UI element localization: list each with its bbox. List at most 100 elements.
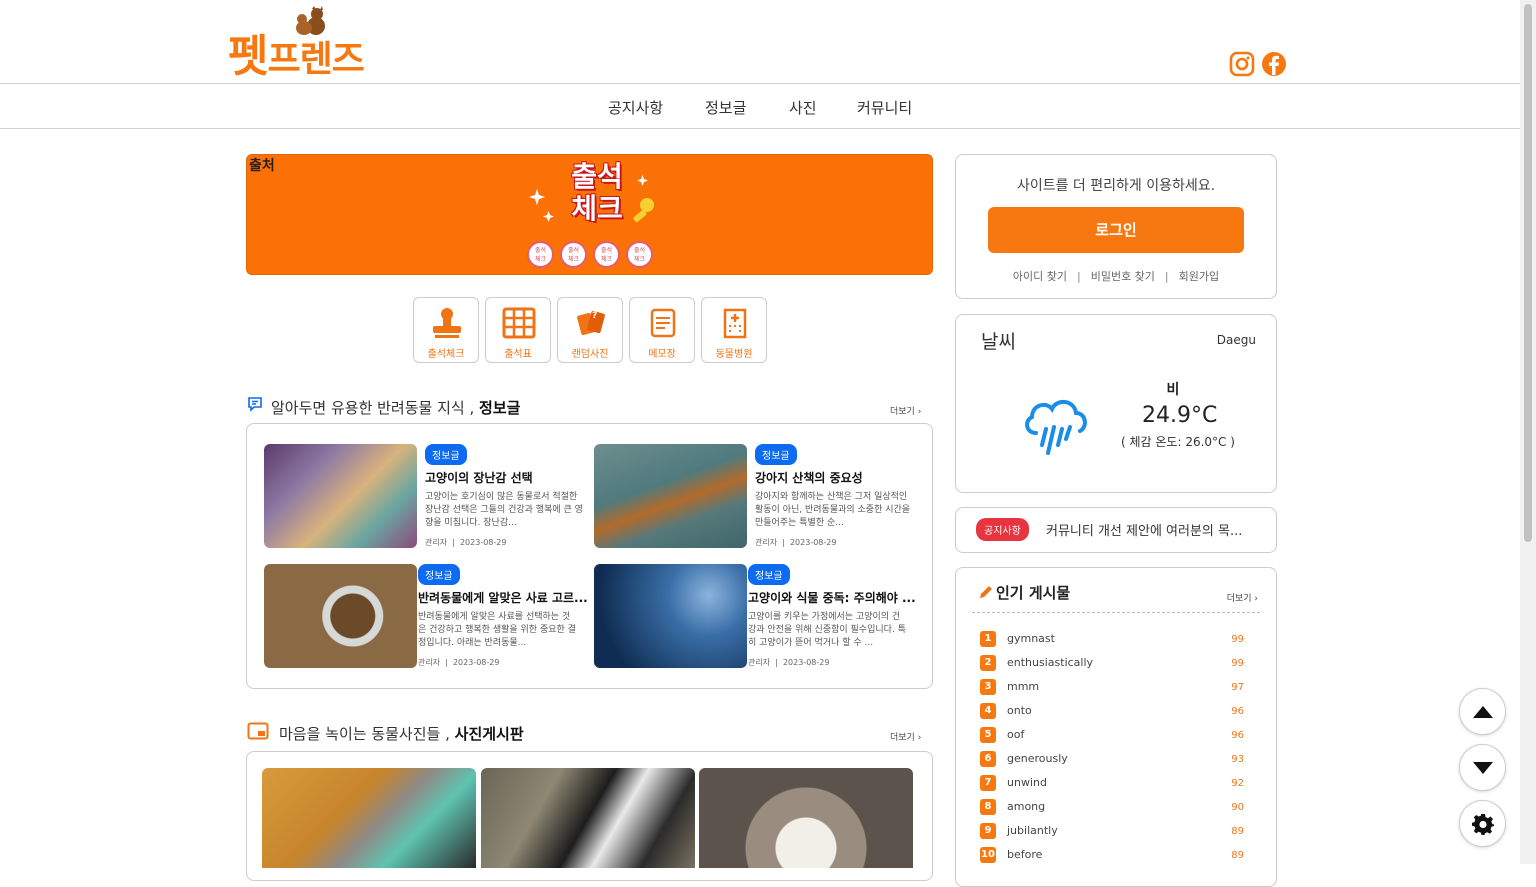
logo-main: 펫 xyxy=(228,31,268,82)
find-password-link[interactable]: 비밀번호 찾기 xyxy=(1091,270,1155,283)
photo-thumbnail[interactable] xyxy=(699,768,913,868)
info-post[interactable]: 정보글 고양이의 장난감 선택 고양이는 호기심이 많은 동물로서 적절한 장난… xyxy=(264,444,589,550)
popular-name[interactable]: among xyxy=(1007,800,1045,813)
scroll-top-button[interactable] xyxy=(1459,688,1506,735)
popular-name[interactable]: jubilantly xyxy=(1007,824,1058,837)
info-post[interactable]: 정보글 반려동물에게 알맞은 사료 고르... 반려동물에게 알맞은 사료를 선… xyxy=(264,564,589,670)
nav-community[interactable]: 커뮤니티 xyxy=(857,97,912,118)
post-date: 2023-08-29 xyxy=(452,658,500,667)
info-post[interactable]: 정보글 고양이와 식물 중독: 주의해야 ... 고양이를 키우는 가정에서는 … xyxy=(594,564,919,670)
photo-thumbnail[interactable] xyxy=(262,768,476,868)
popular-count: 96 xyxy=(1231,706,1244,717)
popular-rank: 1 xyxy=(980,631,996,647)
post-thumbnail xyxy=(264,444,417,548)
popular-item[interactable]: 2 enthusiastically 99 xyxy=(980,655,1258,671)
popular-more-link[interactable]: 더보기 › xyxy=(1227,591,1258,604)
calendar-grid-icon xyxy=(502,307,536,339)
post-meta: 관리자 | 2023-08-29 xyxy=(418,658,500,667)
quick-memo[interactable]: 메모장 xyxy=(629,297,695,363)
photo-more-link[interactable]: 더보기 › xyxy=(890,730,921,743)
stamp-3: 출석 체크 xyxy=(593,241,620,268)
nav-info[interactable]: 정보글 xyxy=(705,97,746,118)
post-desc: 고양이를 키우는 가정에서는 고양이의 건강과 안전을 위해 신중함이 필수입니… xyxy=(748,612,906,648)
post-author: 관리자 xyxy=(748,658,771,667)
popular-item[interactable]: 9 jubilantly 89 xyxy=(980,823,1258,839)
cards-icon: ? xyxy=(577,310,605,336)
site-logo[interactable]: 펫프렌즈 xyxy=(228,6,398,82)
photo-title-strong: 사진게시판 xyxy=(454,725,524,743)
stamp-2: 출석 체크 xyxy=(560,241,587,268)
info-section-title: 알아두면 유용한 반려동물 지식 , 정보글 xyxy=(271,397,520,418)
quick-label: 메모장 xyxy=(648,349,676,360)
arrow-down-icon xyxy=(1473,762,1493,774)
popular-rank: 9 xyxy=(980,823,996,839)
post-meta: 관리자 | 2023-08-29 xyxy=(748,658,830,667)
info-title-strong: 정보글 xyxy=(479,399,521,417)
scroll-thumb[interactable] xyxy=(1524,4,1532,542)
nav-photo[interactable]: 사진 xyxy=(789,97,817,118)
popular-name[interactable]: unwind xyxy=(1007,776,1047,789)
post-thumbnail xyxy=(594,564,747,668)
svg-text:?: ? xyxy=(592,311,597,321)
post-meta: 관리자 | 2023-08-29 xyxy=(755,538,837,547)
post-author: 관리자 xyxy=(418,658,441,667)
popular-item[interactable]: 4 onto 96 xyxy=(980,703,1258,719)
popular-count: 97 xyxy=(1231,682,1244,693)
signup-link[interactable]: 회원가입 xyxy=(1179,270,1219,283)
info-post[interactable]: 정보글 강아지 산책의 중요성 강아지와 함께하는 산책은 그저 일상적인 활동… xyxy=(594,444,919,550)
weather-feels-like: ( 체감 온도: 26.0°C ) xyxy=(1121,435,1235,449)
settings-button[interactable] xyxy=(1459,800,1506,847)
page-scrollbar[interactable] xyxy=(1520,0,1536,864)
quick-random-photo[interactable]: ? 랜덤사진 xyxy=(557,297,623,363)
login-button[interactable]: 로그인 xyxy=(988,207,1244,253)
popular-item[interactable]: 5 oof 96 xyxy=(980,727,1258,743)
info-more-link[interactable]: 더보기 › xyxy=(890,404,921,417)
popular-item[interactable]: 3 mmm 97 xyxy=(980,679,1258,695)
stamp-icon xyxy=(433,308,461,338)
popular-name[interactable]: mmm xyxy=(1007,680,1039,693)
login-message: 사이트를 더 편리하게 이용하세요. xyxy=(1016,178,1216,194)
popular-name[interactable]: onto xyxy=(1007,704,1032,717)
popular-item[interactable]: 7 unwind 92 xyxy=(980,775,1258,791)
stamp-4: 출석 체크 xyxy=(626,241,653,268)
popular-rank: 6 xyxy=(980,751,996,767)
popular-rank: 10 xyxy=(980,847,996,863)
quick-hospital[interactable]: 동물병원 xyxy=(701,297,767,363)
rain-cloud-icon xyxy=(1025,400,1087,455)
popular-item[interactable]: 8 among 90 xyxy=(980,799,1258,815)
notice-box[interactable]: 공지사항 커뮤니티 개선 제안에 여러분의 목... xyxy=(955,507,1277,553)
post-desc: 강아지와 함께하는 산책은 그저 일상적인 활동이 아닌, 반려동물과의 소중한… xyxy=(755,492,911,528)
scroll-bottom-button[interactable] xyxy=(1459,744,1506,791)
photo-thumbnail[interactable] xyxy=(481,768,695,868)
popular-item[interactable]: 6 generously 93 xyxy=(980,751,1258,767)
popular-name[interactable]: gymnast xyxy=(1007,632,1055,645)
weather-temperature: 24.9°C xyxy=(1142,403,1218,428)
quick-attendance-table[interactable]: 출석표 xyxy=(485,297,551,363)
find-id-link[interactable]: 아이디 찾기 xyxy=(1013,270,1067,283)
popular-count: 89 xyxy=(1231,826,1244,837)
popular-name[interactable]: oof xyxy=(1007,728,1024,741)
chat-icon xyxy=(248,397,262,412)
post-desc: 고양이는 호기심이 많은 동물로서 적절한 장난감 선택은 그들의 건강과 행복… xyxy=(425,492,583,528)
quick-label: 랜덤사진 xyxy=(571,349,609,360)
gear-icon xyxy=(1472,814,1494,835)
popular-item[interactable]: 10 before 89 xyxy=(980,847,1258,863)
popular-name[interactable]: enthusiastically xyxy=(1007,656,1093,669)
quick-attendance[interactable]: 출석체크 xyxy=(413,297,479,363)
notice-text[interactable]: 커뮤니티 개선 제안에 여러분의 목... xyxy=(1046,520,1256,539)
stamp-1: 출석 체크 xyxy=(527,241,554,268)
post-desc: 반려동물에게 알맞은 사료를 선택하는 것은 건강하고 행복한 생활을 위한 중… xyxy=(418,612,576,648)
popular-count: 93 xyxy=(1231,754,1244,765)
nav-notice[interactable]: 공지사항 xyxy=(608,97,663,118)
facebook-icon[interactable] xyxy=(1261,51,1287,77)
weather-condition: 비 xyxy=(1166,382,1180,398)
popular-name[interactable]: generously xyxy=(1007,752,1068,765)
banner-source-label: 출처 xyxy=(249,158,275,174)
popular-name[interactable]: before xyxy=(1007,848,1042,861)
instagram-icon[interactable] xyxy=(1229,51,1255,77)
info-title-prefix: 알아두면 유용한 반려동물 지식 , xyxy=(271,399,480,417)
popular-item[interactable]: 1 gymnast 99 xyxy=(980,631,1258,647)
attendance-banner[interactable]: 출처 출석 체크 출석 체크 출석 체크 출석 체크 출석 체크 xyxy=(246,154,933,275)
post-title: 고양이와 식물 중독: 주의해야 ... xyxy=(748,591,916,605)
post-date: 2023-08-29 xyxy=(459,538,507,547)
